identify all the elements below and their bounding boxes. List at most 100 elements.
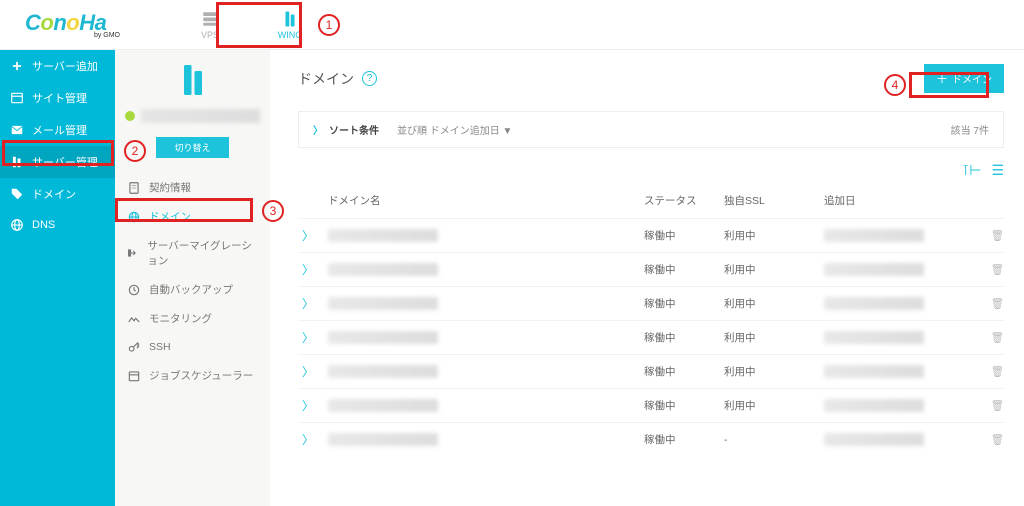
date-redacted: [824, 399, 924, 412]
domain-redacted: [328, 229, 438, 242]
add-domain-label: ドメイン: [952, 71, 992, 86]
sort-label: ソート条件: [329, 122, 379, 137]
trash-icon[interactable]: 🗑: [991, 332, 1004, 344]
chevron-right-icon: 〉: [313, 122, 323, 137]
doc-icon: [127, 181, 141, 195]
globe-icon: [10, 218, 24, 232]
date-redacted: [824, 297, 924, 310]
view-tree-icon[interactable]: ⊺⊢: [962, 162, 981, 179]
date-redacted: [824, 331, 924, 344]
wing-icon: [281, 10, 299, 28]
expand-chevron-icon[interactable]: 〉: [298, 397, 328, 414]
sort-left[interactable]: 〉 ソート条件 並び順 ドメイン追加日 ▼: [313, 122, 512, 137]
cell-status: 稼働中: [644, 228, 724, 243]
header: ConoHa by GMO VPS WING: [0, 0, 1024, 50]
sb2-item-backup[interactable]: 自動バックアップ: [115, 275, 270, 304]
globe-icon: [127, 210, 141, 224]
table-row: 〉稼働中利用中🗑: [298, 286, 1004, 320]
sidebar-item-dns[interactable]: DNS: [0, 210, 115, 240]
main-content: ドメイン ? ＋ ドメイン 〉 ソート条件 並び順 ドメイン追加日 ▼ 該当 7…: [270, 50, 1024, 506]
cell-ssl: 利用中: [724, 398, 824, 413]
sb2-item-domain[interactable]: ドメイン: [115, 202, 270, 231]
expand-chevron-icon[interactable]: 〉: [298, 261, 328, 278]
cell-ssl: -: [724, 434, 824, 446]
top-tab-label: VPS: [201, 30, 219, 40]
window-icon: [10, 91, 24, 105]
sb2-item-label: 契約情報: [149, 180, 191, 195]
sidebar-item-domain[interactable]: ドメイン: [0, 178, 115, 210]
sidebar-item-label: DNS: [32, 219, 55, 231]
th-date: 追加日: [824, 193, 974, 208]
cell-ssl: 利用中: [724, 330, 824, 345]
cell-ssl: 利用中: [724, 228, 824, 243]
sidebar-item-label: メール管理: [32, 122, 87, 138]
switch-button[interactable]: 切り替え: [156, 137, 228, 158]
logo: ConoHa by GMO: [0, 10, 120, 39]
annotation-2: 2: [124, 140, 146, 162]
layout: サーバー追加 サイト管理 メール管理 サーバー管理 ドメイン DNS: [0, 50, 1024, 506]
cell-status: 稼働中: [644, 296, 724, 311]
sort-sub: 並び順 ドメイン追加日 ▼: [397, 122, 512, 137]
sidebar-item-label: サーバー追加: [32, 58, 98, 74]
top-tab-vps[interactable]: VPS: [170, 0, 250, 49]
trash-icon[interactable]: 🗑: [991, 230, 1004, 242]
sb2-item-monitoring[interactable]: モニタリング: [115, 304, 270, 333]
cell-ssl: 利用中: [724, 364, 824, 379]
add-domain-button[interactable]: ＋ ドメイン: [924, 64, 1004, 93]
expand-chevron-icon[interactable]: 〉: [298, 363, 328, 380]
sidebar-item-add-server[interactable]: サーバー追加: [0, 50, 115, 82]
top-tab-label: WING: [278, 30, 303, 40]
cell-ssl: 利用中: [724, 262, 824, 277]
plus-icon: ＋: [936, 70, 948, 87]
sb2-item-scheduler[interactable]: ジョブスケジューラー: [115, 361, 270, 390]
sb2-item-ssh[interactable]: SSH: [115, 333, 270, 361]
table-row: 〉 稼働中利用中 🗑: [298, 388, 1004, 422]
expand-chevron-icon[interactable]: 〉: [298, 329, 328, 346]
date-redacted: [824, 229, 924, 242]
table-row: 〉 稼働中利用中 🗑: [298, 218, 1004, 252]
sidebar-item-label: サーバー管理: [32, 154, 98, 170]
sb2-item-contract[interactable]: 契約情報: [115, 173, 270, 202]
domain-redacted: [328, 263, 438, 276]
schedule-icon: [127, 369, 141, 383]
domain-redacted: [328, 331, 438, 344]
server-icon: [201, 10, 219, 28]
th-status: ステータス: [644, 193, 724, 208]
view-toggles: ⊺⊢ ☰: [298, 162, 1004, 179]
table-head: ドメイン名 ステータス 独自SSL 追加日: [298, 187, 1004, 218]
table-row: 〉稼働中-🗑: [298, 422, 1004, 456]
sb2-item-label: モニタリング: [149, 311, 212, 326]
sidebar-item-site[interactable]: サイト管理: [0, 82, 115, 114]
sidebar-item-mail[interactable]: メール管理: [0, 114, 115, 146]
sidebar-primary: サーバー追加 サイト管理 メール管理 サーバー管理 ドメイン DNS: [0, 50, 115, 506]
domain-redacted: [328, 365, 438, 378]
trash-icon[interactable]: 🗑: [991, 434, 1004, 446]
cell-status: 稼働中: [644, 330, 724, 345]
trash-icon[interactable]: 🗑: [991, 400, 1004, 412]
sidebar-item-label: ドメイン: [32, 186, 76, 202]
expand-chevron-icon[interactable]: 〉: [298, 295, 328, 312]
expand-chevron-icon[interactable]: 〉: [298, 227, 328, 244]
sb2-item-migration[interactable]: サーバーマイグレーション: [115, 231, 270, 275]
tag-icon: [10, 187, 24, 201]
table-body: 〉稼働中利用中🗑〉稼働中利用中🗑〉稼働中利用中🗑〉稼働中利用中🗑〉稼働中利用中🗑…: [298, 218, 1004, 456]
sidebar-secondary: 切り替え 契約情報 ドメイン サーバーマイグレーション 自動バックアップ モニタ…: [115, 50, 270, 506]
view-list-icon[interactable]: ☰: [991, 162, 1004, 179]
trash-icon[interactable]: 🗑: [991, 298, 1004, 310]
help-icon[interactable]: ?: [362, 71, 377, 86]
page-title-text: ドメイン: [298, 69, 354, 89]
sb2-item-label: ジョブスケジューラー: [149, 368, 253, 383]
sidebar-item-server-manage[interactable]: サーバー管理: [0, 146, 115, 178]
cell-status: 稼働中: [644, 398, 724, 413]
trash-icon[interactable]: 🗑: [991, 264, 1004, 276]
sidebar-item-label: サイト管理: [32, 90, 87, 106]
monitor-icon: [127, 312, 141, 326]
backup-icon: [127, 283, 141, 297]
expand-chevron-icon[interactable]: 〉: [298, 431, 328, 448]
annotation-4: 4: [884, 74, 906, 96]
result-count: 該当 7件: [951, 122, 989, 137]
annotation-3: 3: [262, 200, 284, 222]
sb2-item-label: SSH: [149, 341, 171, 353]
trash-icon[interactable]: 🗑: [991, 366, 1004, 378]
date-redacted: [824, 433, 924, 446]
